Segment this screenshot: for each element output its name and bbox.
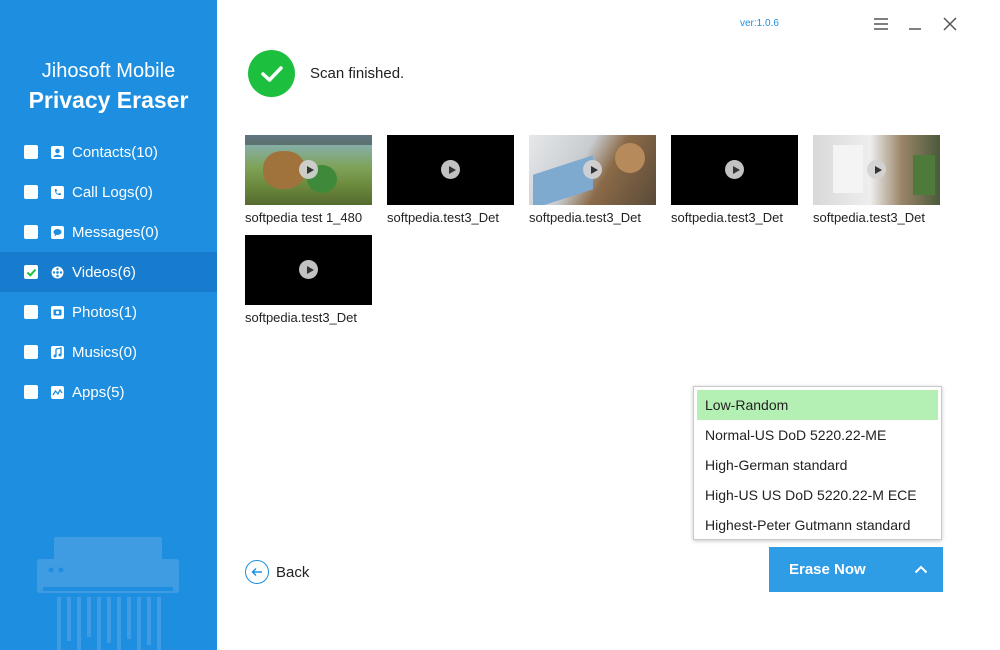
main-panel: ver:1.0.6 Scan finished. softpedia test … bbox=[217, 0, 1000, 650]
apps-checkbox[interactable] bbox=[24, 385, 38, 399]
video-item[interactable]: softpedia.test3_Det bbox=[387, 135, 514, 226]
call-logs-checkbox[interactable] bbox=[24, 185, 38, 199]
sidebar-item-photos[interactable]: Photos(1) bbox=[0, 292, 217, 332]
erase-option-low-random[interactable]: Low-Random bbox=[697, 390, 938, 420]
menu-button[interactable] bbox=[871, 14, 891, 34]
play-icon bbox=[299, 260, 318, 279]
sidebar-item-contacts[interactable]: Contacts(10) bbox=[0, 132, 217, 172]
erase-mode-dropdown: Low-Random Normal-US DoD 5220.22-ME High… bbox=[693, 386, 942, 540]
musics-checkbox[interactable] bbox=[24, 345, 38, 359]
category-list: Contacts(10) Call Logs(0) Messages(0) Vi… bbox=[0, 132, 217, 412]
sidebar-item-videos[interactable]: Videos(6) bbox=[0, 252, 217, 292]
shredder-icon bbox=[37, 537, 179, 650]
play-icon bbox=[299, 160, 318, 179]
messages-icon bbox=[51, 225, 64, 239]
video-name: softpedia.test3_Det bbox=[387, 210, 500, 225]
play-icon bbox=[725, 160, 744, 179]
sidebar-item-label: Musics(0) bbox=[72, 343, 138, 361]
video-item[interactable]: softpedia test 1_480 bbox=[245, 135, 372, 226]
video-item[interactable]: softpedia.test3_Det bbox=[671, 135, 798, 226]
video-thumbnail bbox=[529, 135, 656, 205]
video-thumbnail bbox=[245, 135, 372, 205]
video-item[interactable]: softpedia.test3_Det bbox=[245, 235, 372, 326]
erase-now-button[interactable]: Erase Now bbox=[769, 547, 943, 592]
menu-icon bbox=[874, 18, 888, 30]
back-label: Back bbox=[276, 563, 310, 581]
sidebar-item-label: Call Logs(0) bbox=[72, 183, 153, 201]
back-button[interactable]: Back bbox=[245, 560, 309, 584]
videos-checkbox[interactable] bbox=[24, 265, 38, 279]
sidebar-item-label: Photos(1) bbox=[72, 303, 138, 321]
sidebar-item-label: Videos(6) bbox=[72, 263, 136, 281]
apps-icon bbox=[51, 385, 64, 399]
video-name: softpedia.test3_Det bbox=[529, 210, 642, 225]
photos-icon bbox=[51, 305, 64, 319]
erase-now-label: Erase Now bbox=[789, 561, 866, 578]
video-item[interactable]: softpedia.test3_Det bbox=[813, 135, 940, 226]
sidebar-item-label: Apps(5) bbox=[72, 383, 125, 401]
contacts-icon bbox=[51, 145, 64, 159]
call-logs-icon bbox=[51, 185, 64, 199]
video-thumbnail bbox=[671, 135, 798, 205]
erase-option-normal[interactable]: Normal-US DoD 5220.22-ME bbox=[697, 420, 938, 450]
video-name: softpedia.test3_Det bbox=[813, 210, 926, 225]
erase-option-high-german[interactable]: High-German standard bbox=[697, 450, 938, 480]
sidebar-item-messages[interactable]: Messages(0) bbox=[0, 212, 217, 252]
erase-option-highest[interactable]: Highest-Peter Gutmann standard bbox=[697, 510, 938, 540]
app-title-line2: Privacy Eraser bbox=[28, 87, 189, 113]
minimize-button[interactable] bbox=[905, 14, 925, 34]
erase-option-high-us[interactable]: High-US US DoD 5220.22-M ECE bbox=[697, 480, 938, 510]
musics-icon bbox=[51, 345, 64, 359]
app-title-line1: Jihosoft Mobile bbox=[41, 60, 176, 82]
close-icon bbox=[943, 17, 957, 31]
video-name: softpedia test 1_480 bbox=[245, 210, 363, 225]
play-icon bbox=[441, 160, 460, 179]
play-icon bbox=[583, 160, 602, 179]
status-text: Scan finished. bbox=[310, 65, 405, 82]
minimize-icon bbox=[909, 28, 921, 30]
video-thumbnail bbox=[245, 235, 372, 305]
chevron-up-icon[interactable] bbox=[913, 562, 929, 578]
play-icon bbox=[867, 160, 886, 179]
back-arrow-icon bbox=[245, 560, 269, 584]
sidebar-item-musics[interactable]: Musics(0) bbox=[0, 332, 217, 372]
videos-icon bbox=[51, 266, 64, 278]
photos-checkbox[interactable] bbox=[24, 305, 38, 319]
app-brand: Jihosoft Mobile Privacy Eraser bbox=[0, 58, 217, 115]
sidebar: Jihosoft Mobile Privacy Eraser Contacts(… bbox=[0, 0, 217, 650]
video-thumbnail bbox=[813, 135, 940, 205]
sidebar-item-label: Messages(0) bbox=[72, 223, 159, 241]
close-button[interactable] bbox=[940, 14, 960, 34]
sidebar-item-label: Contacts(10) bbox=[72, 143, 158, 161]
video-item[interactable]: softpedia.test3_Det bbox=[529, 135, 656, 226]
scan-status: Scan finished. bbox=[248, 50, 404, 97]
video-name: softpedia.test3_Det bbox=[671, 210, 784, 225]
sidebar-item-call-logs[interactable]: Call Logs(0) bbox=[0, 172, 217, 212]
checkmark-icon bbox=[26, 268, 36, 277]
version-label: ver:1.0.6 bbox=[740, 18, 779, 29]
video-name: softpedia.test3_Det bbox=[245, 310, 358, 325]
messages-checkbox[interactable] bbox=[24, 225, 38, 239]
sidebar-item-apps[interactable]: Apps(5) bbox=[0, 372, 217, 412]
contacts-checkbox[interactable] bbox=[24, 145, 38, 159]
success-icon bbox=[248, 50, 295, 97]
video-thumbnail bbox=[387, 135, 514, 205]
